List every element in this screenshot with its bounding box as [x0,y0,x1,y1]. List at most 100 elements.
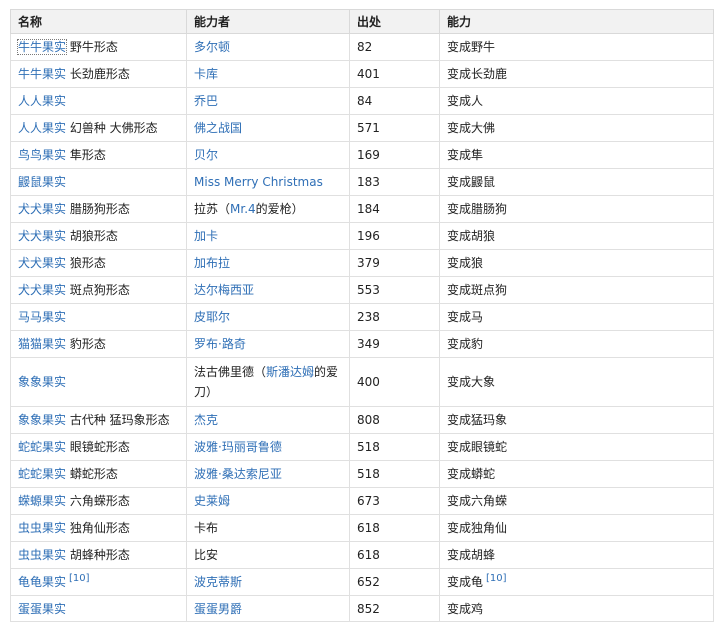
ability-label: 变成鼹鼠 [447,175,496,189]
table-row: 人人果实 幻兽种 大佛形态 佛之战国 571 变成大佛 [10,114,714,142]
user-link[interactable]: 达尔梅西亚 [194,283,254,297]
cell-ability: 变成大象 [439,357,714,407]
owner-link[interactable]: Mr.4 [230,202,256,216]
user-link[interactable]: 史莱姆 [194,494,230,508]
cell-name: 鸟鸟果实 隼形态 [10,141,187,169]
cell-name: 犬犬果实 腊肠狗形态 [10,195,187,223]
footnote-ref[interactable]: [10] [69,573,90,584]
ability-label: 变成蟒蛇 [447,467,496,481]
cell-ability: 变成长劲鹿 [439,60,714,88]
ability-label: 变成猛玛象 [447,413,508,427]
cell-source: 808 [349,406,440,434]
user-label: 法古佛里德 [194,365,255,379]
header-ability: 能力 [439,9,714,34]
cell-source: 673 [349,487,440,515]
fruit-link[interactable]: 象象果实 [18,375,66,389]
cell-source: 401 [349,60,440,88]
cell-source: 553 [349,276,440,304]
fruit-link[interactable]: 鸟鸟果实 [18,148,66,162]
fruit-link[interactable]: 牛牛果实 [18,67,66,81]
user-link[interactable]: 蛋蛋男爵 [194,602,242,616]
ability-label: 变成斑点狗 [447,283,508,297]
cell-ability: 变成眼镜蛇 [439,433,714,461]
cell-name: 鼹鼠果实 [10,168,187,196]
cell-source: 618 [349,541,440,569]
fruit-link[interactable]: 虫虫果实 [18,548,66,562]
cell-ability: 变成马 [439,303,714,331]
cell-user: 史莱姆 [186,487,350,515]
header-source: 出处 [349,9,440,34]
cell-source: 82 [349,33,440,61]
user-link[interactable]: 卡库 [194,67,218,81]
user-link[interactable]: 贝尔 [194,148,218,162]
fruit-link[interactable]: 犬犬果实 [18,256,66,270]
user-link[interactable]: 波克蒂斯 [194,575,242,589]
ability-label: 变成长劲鹿 [447,67,508,81]
owner-link[interactable]: 斯潘达姆 [266,365,314,379]
cell-user: 乔巴 [186,87,350,115]
fruit-link[interactable]: 犬犬果实 [18,229,66,243]
form-label: 胡狼形态 [69,229,118,243]
cell-name: 虫虫果实 胡蜂种形态 [10,541,187,569]
cell-source: 169 [349,141,440,169]
cell-user: 拉苏（Mr.4的爱枪） [186,195,350,223]
cell-user: 波雅·玛丽哥鲁德 [186,433,350,461]
fruit-link[interactable]: 猫猫果实 [18,337,66,351]
fruit-link[interactable]: 蛇蛇果实 [18,440,66,454]
ability-label: 变成鸡 [447,601,484,616]
fruit-link[interactable]: 犬犬果实 [18,283,66,297]
cell-name: 象象果实 古代种 猛玛象形态 [10,406,187,434]
cell-user: 多尔顿 [186,33,350,61]
cell-source: 349 [349,330,440,358]
cell-name: 人人果实 幻兽种 大佛形态 [10,114,187,142]
fruit-link[interactable]: 犬犬果实 [18,202,66,216]
fruit-link[interactable]: 马马果实 [18,310,66,324]
cell-ability: 变成独角仙 [439,514,714,542]
user-link[interactable]: 皮耶尔 [194,310,230,324]
ability-label: 变成人 [447,94,484,108]
user-link[interactable]: 罗布·路奇 [194,337,246,351]
user-link[interactable]: 加布拉 [194,256,230,270]
ability-label: 变成六角蝾 [447,494,508,508]
header-user: 能力者 [186,9,350,34]
fruit-link[interactable]: 蝾螈果实 [18,494,66,508]
cell-name: 犬犬果实 狼形态 [10,249,187,277]
fruit-link[interactable]: 鼹鼠果实 [18,175,66,189]
cell-ability: 变成狼 [439,249,714,277]
cell-user: 贝尔 [186,141,350,169]
cell-name: 象象果实 [10,357,187,407]
fruit-link[interactable]: 虫虫果实 [18,521,66,535]
fruit-link[interactable]: 人人果实 [18,121,66,135]
fruit-link[interactable]: 象象果实 [18,413,66,427]
cell-user: 比安 [186,541,350,569]
user-link[interactable]: 波雅·桑达索尼亚 [194,467,282,481]
cell-source: 238 [349,303,440,331]
cell-name: 龟龟果实 [10] [10,568,187,596]
user-link[interactable]: 佛之战国 [194,121,242,135]
fruit-link[interactable]: 蛇蛇果实 [18,467,66,481]
cell-ability: 变成胡蜂 [439,541,714,569]
devil-fruit-table: 名称 能力者 出处 能力 牛牛果实 野牛形态 多尔顿 82 变成野牛 牛牛果实 长劲鹿形… [10,9,714,622]
table-row: 龟龟果实 [10] 波克蒂斯 652 变成龟 [10] [10,568,714,596]
user-link[interactable]: 多尔顿 [194,40,230,54]
table-row: 马马果实 皮耶尔 238 变成马 [10,303,714,331]
table-body: 牛牛果实 野牛形态 多尔顿 82 变成野牛 牛牛果实 长劲鹿形态 卡库 401 变成长劲鹿 人人… [10,33,714,622]
table-row: 牛牛果实 长劲鹿形态 卡库 401 变成长劲鹿 [10,60,714,88]
footnote-ref[interactable]: [10] [486,573,507,584]
user-link[interactable]: 乔巴 [194,94,218,108]
cell-user: 波克蒂斯 [186,568,350,596]
table-header-row: 名称 能力者 出处 能力 [10,9,714,34]
cell-ability: 变成人 [439,87,714,115]
user-note-pre: （ [254,365,267,379]
user-link[interactable]: 波雅·玛丽哥鲁德 [194,440,282,454]
user-link[interactable]: 加卡 [194,229,218,243]
fruit-link[interactable]: 牛牛果实 [16,39,68,55]
user-link[interactable]: 杰克 [194,413,218,427]
fruit-link[interactable]: 龟龟果实 [18,575,66,589]
user-link[interactable]: Miss Merry Christmas [194,175,323,189]
fruit-link[interactable]: 人人果实 [18,94,66,108]
user-note-post: 的爱枪） [255,202,304,216]
cell-user: 加布拉 [186,249,350,277]
header-name: 名称 [10,9,187,34]
fruit-link[interactable]: 蛋蛋果实 [18,602,66,616]
